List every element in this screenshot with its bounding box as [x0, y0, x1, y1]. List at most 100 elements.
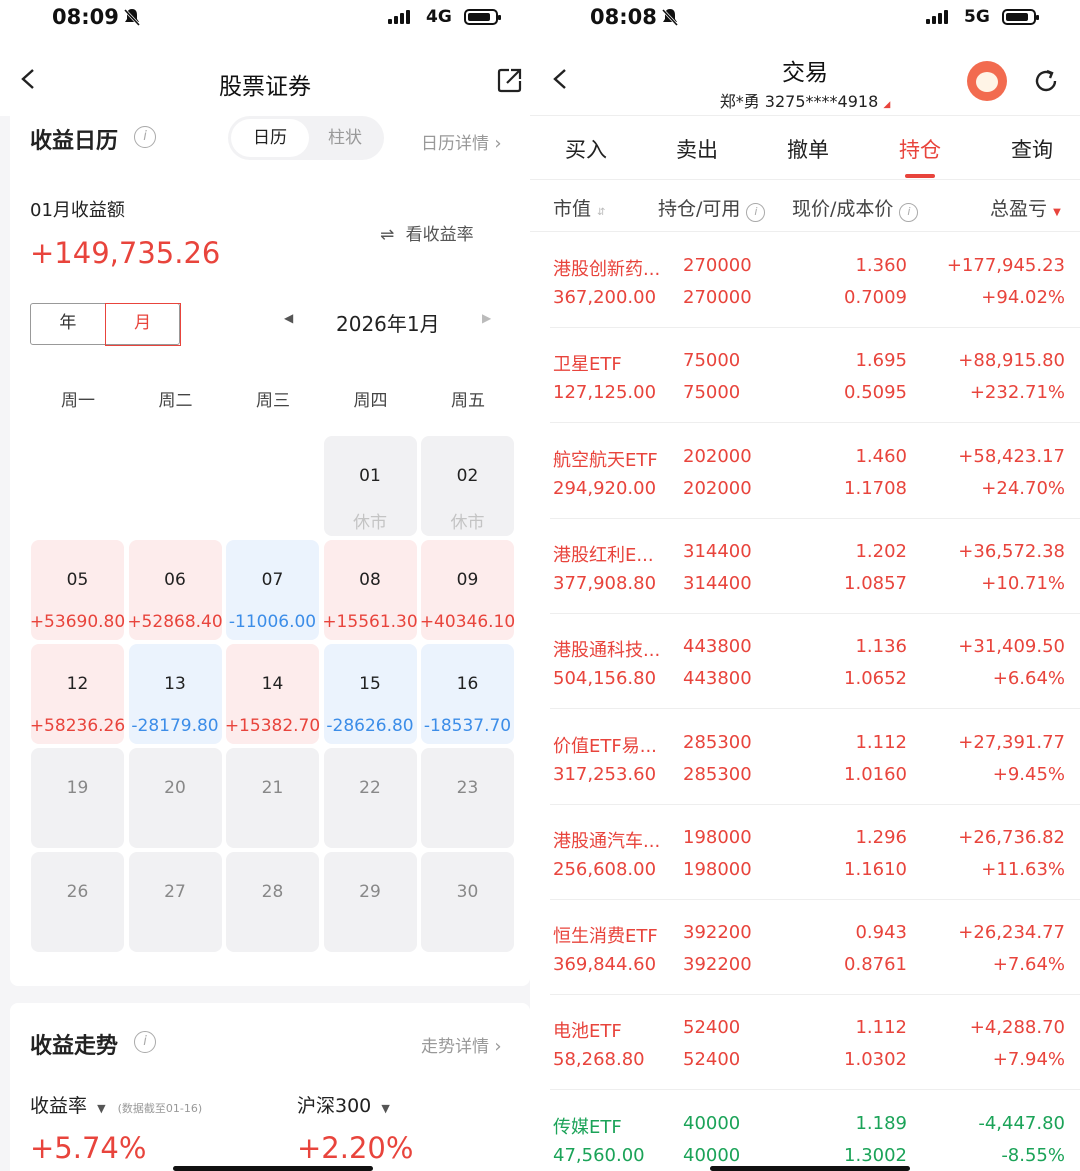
holding-row[interactable]: 港股创新药... 367,200.00 270000 270000 1.360 0.700… [550, 233, 1080, 328]
holding-name: 港股通汽车... [553, 830, 661, 852]
calendar-day-cell[interactable]: 28 [226, 852, 319, 952]
calendar-day-cell[interactable]: 19 [31, 748, 124, 848]
tab-cancel[interactable]: 撤单 [768, 134, 848, 164]
next-month-icon[interactable]: ▶ [482, 311, 491, 325]
network-type: 5G [964, 7, 990, 27]
calendar-day-pnl: +15382.70 [224, 716, 321, 736]
holding-row[interactable]: 港股通科技... 504,156.80 443800 443800 1.136 1.065… [550, 614, 1080, 710]
info-icon[interactable]: i [746, 203, 766, 222]
month-income-label: 01月收益额 [30, 200, 125, 221]
year-button[interactable]: 年 [31, 304, 105, 344]
holding-row[interactable]: 电池ETF 58,268.80 52400 52400 1.112 1.0302 +4,28… [550, 995, 1080, 1091]
page-title: 股票证券 [219, 74, 311, 100]
calendar-day-cell[interactable]: 16 -18537.70 [421, 644, 514, 744]
calendar-day-number: 09 [456, 570, 479, 590]
holding-name: 电池ETF [553, 1021, 622, 1043]
calendar-day-cell[interactable]: 13 -28179.80 [128, 644, 222, 744]
calendar-day-cell[interactable]: 23 [421, 748, 514, 848]
holding-position: 443800 [683, 636, 752, 658]
chevron-right-icon: › [494, 133, 502, 154]
holding-position: 75000 [683, 350, 741, 372]
calendar-day-number: 27 [164, 882, 186, 902]
calendar-day-pnl: 休市 [450, 513, 485, 533]
tab-buy[interactable]: 买入 [546, 134, 626, 164]
refresh-icon[interactable] [1032, 67, 1060, 95]
calendar-day-cell[interactable]: 20 [128, 748, 222, 848]
holding-name: 航空航天ETF [553, 449, 658, 471]
calendar-day-cell[interactable]: 01 休市 [323, 436, 417, 536]
col-market-value[interactable]: 市值 ⇵ [553, 194, 605, 221]
rate-toggle[interactable]: ⇌ 看收益率 [380, 220, 474, 245]
calendar-day-cell[interactable]: 26 [31, 852, 124, 952]
holding-row[interactable]: 价值ETF易... 317,253.60 285300 285300 1.112 1.01… [550, 710, 1080, 805]
holding-cost: 0.8761 [844, 954, 907, 976]
calendar-detail-link[interactable]: 日历详情 › [421, 129, 502, 154]
index-selector[interactable]: 沪深300 ▼ [297, 1091, 390, 1118]
holdings-header: 市值 ⇵ 持仓/可用 i 现价/成本价 i 总盈亏 ▼ [530, 182, 1080, 232]
calendar-day-cell[interactable]: 30 [421, 852, 514, 952]
holding-pnl-pct: +24.70% [981, 477, 1065, 499]
rate-selector[interactable]: 收益率 ▼ (数据截至01-16) [30, 1091, 202, 1118]
calendar-day-number: 14 [261, 674, 284, 694]
screen: 08:09 4G 股票证券 收益日历 i 日历 柱状 日历详情 › 01月收益额… [0, 0, 1080, 1171]
calendar-day-cell[interactable]: 15 -28626.80 [323, 644, 417, 744]
calendar-day-cell[interactable]: 22 [323, 748, 417, 848]
calendar-day-cell[interactable]: 21 [226, 748, 319, 848]
calendar-day-cell[interactable]: 09 +40346.10 [420, 540, 515, 640]
calendar-day-cell[interactable]: 06 +52868.40 [127, 540, 223, 640]
trend-info-icon[interactable]: i [134, 1031, 156, 1053]
seg-bar[interactable]: 柱状 [309, 119, 381, 157]
status-time: 08:09 [52, 5, 119, 29]
calendar-day-number: 21 [261, 778, 284, 798]
calendar-day-cell[interactable]: 02 休市 [421, 436, 514, 536]
holding-row[interactable]: 恒生消费ETF 369,844.60 392200 392200 0.943 0.8761… [550, 900, 1080, 996]
calendar-day-cell[interactable]: 07 -11006.00 [226, 540, 319, 640]
holding-price: 1.296 [855, 826, 907, 848]
holding-position: 52400 [683, 1017, 741, 1039]
trend-card: 收益走势 i 走势详情 › 收益率 ▼ (数据截至01-16) 沪深300 ▼ … [10, 1003, 530, 1171]
info-icon[interactable]: i [899, 203, 919, 222]
holding-row[interactable]: 卫星ETF 127,125.00 75000 75000 1.695 0.5095 +88,… [550, 328, 1080, 424]
calendar-day-cell[interactable]: 27 [128, 852, 222, 952]
holding-row[interactable]: 航空航天ETF 294,920.00 202000 202000 1.460 1.1708… [550, 424, 1080, 519]
tab-positions[interactable]: 持仓 [880, 134, 960, 178]
holding-cost: 1.0160 [844, 763, 907, 785]
tab-sell[interactable]: 卖出 [657, 134, 737, 164]
nav-bar: 股票证券 [0, 40, 530, 116]
col-pnl[interactable]: 总盈亏 ▼ [990, 194, 1061, 221]
holding-available: 270000 [683, 287, 752, 308]
calendar-day-cell[interactable]: 12 +58236.26 [30, 644, 125, 744]
holding-market-value: 294,920.00 [553, 477, 657, 499]
tab-query[interactable]: 查询 [992, 134, 1072, 164]
calendar-day-cell[interactable]: 05 +53690.80 [30, 540, 125, 640]
month-button[interactable]: 月 [104, 302, 181, 346]
calendar-day-number: 15 [359, 674, 381, 694]
share-icon[interactable] [497, 67, 523, 93]
holding-pnl: +36,572.38 [958, 540, 1065, 562]
holding-name: 传媒ETF [553, 1116, 622, 1138]
holding-cost: 1.0857 [844, 572, 907, 594]
index-label: 沪深300 [297, 1095, 372, 1117]
holding-row[interactable]: 港股红利E... 377,908.80 314400 314400 1.202 1.085… [550, 519, 1080, 614]
prev-month-icon[interactable]: ◀ [284, 311, 293, 325]
signal-icon [926, 10, 948, 24]
calendar-day-pnl: 休市 [353, 513, 387, 533]
holding-market-value: 127,125.00 [553, 382, 657, 404]
seg-calendar[interactable]: 日历 [231, 119, 309, 157]
trade-tabs: 买入 卖出 撤单 持仓 查询 [530, 116, 1080, 180]
calendar-day-cell[interactable]: 14 +15382.70 [224, 644, 321, 744]
holding-pnl-pct: +10.71% [981, 572, 1065, 594]
holding-row[interactable]: 港股通汽车... 256,608.00 198000 198000 1.296 1.161… [550, 805, 1080, 900]
holding-pnl-pct: +7.94% [992, 1049, 1065, 1071]
calendar-day-number: 20 [164, 778, 186, 798]
calendar-day-cell[interactable]: 08 +15561.30 [322, 540, 418, 640]
mute-bell-icon [661, 8, 679, 27]
right-screen: 08:08 5G 交易 郑*勇 3275****4918 ◢ 买入 卖出 撤单 … [530, 0, 1080, 1171]
weekday-label: 周二 [158, 391, 193, 411]
info-icon[interactable]: i [134, 126, 156, 148]
trend-detail-link[interactable]: 走势详情 › [421, 1032, 502, 1057]
holding-row[interactable]: 传媒ETF 47,560.00 40000 40000 1.189 1.3002 -4,44… [550, 1091, 1080, 1171]
calendar-day-pnl: -28179.80 [131, 716, 219, 736]
avatar[interactable] [967, 61, 1007, 101]
calendar-day-cell[interactable]: 29 [323, 852, 417, 952]
